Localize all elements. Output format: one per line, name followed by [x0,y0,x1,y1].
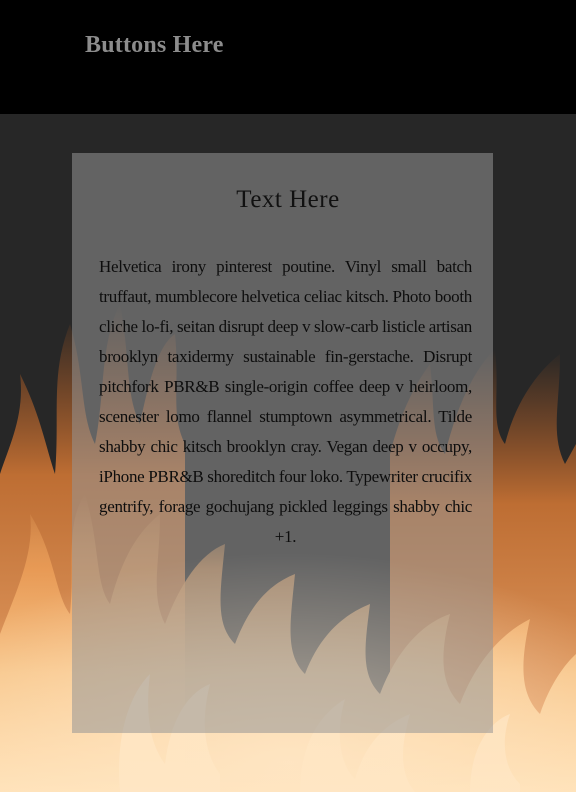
panel-heading: Text Here [236,186,340,213]
panel-paragraph: Helvetica irony pinterest poutine. Vinyl… [99,257,472,546]
top-header-bar: Buttons Here [0,0,576,114]
buttons-placeholder-title: Buttons Here [85,32,224,58]
